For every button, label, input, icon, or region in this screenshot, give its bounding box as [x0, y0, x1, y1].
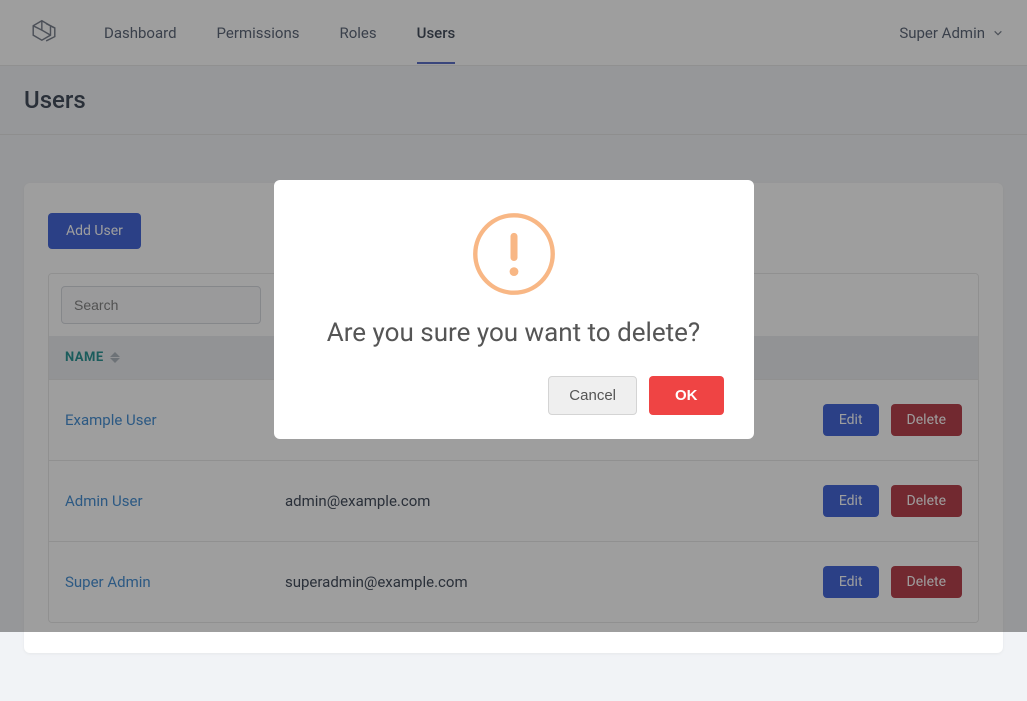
confirm-modal: Are you sure you want to delete? Cancel … — [274, 180, 754, 439]
modal-title: Are you sure you want to delete? — [304, 318, 724, 348]
ok-button[interactable]: OK — [649, 376, 724, 415]
modal-overlay[interactable]: Are you sure you want to delete? Cancel … — [0, 0, 1027, 632]
modal-actions: Cancel OK — [304, 376, 724, 415]
cancel-button[interactable]: Cancel — [548, 376, 637, 415]
warning-icon — [470, 210, 558, 298]
